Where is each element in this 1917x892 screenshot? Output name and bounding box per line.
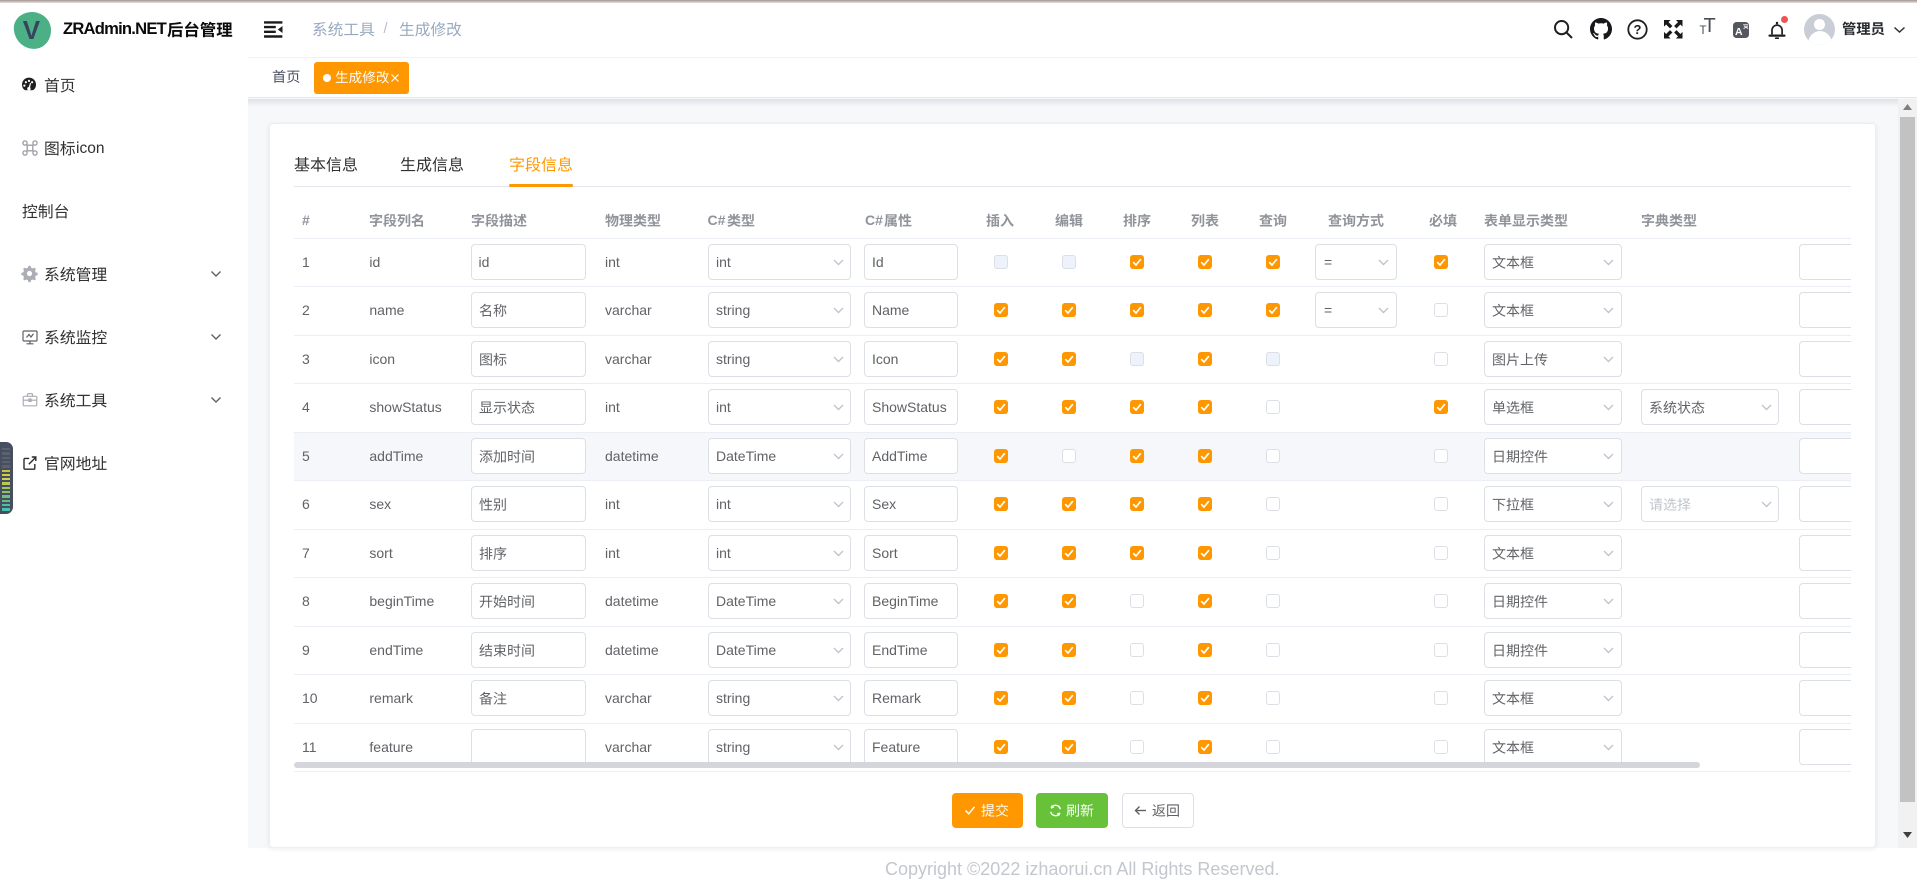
svg-text:?: ? [1634,22,1642,37]
